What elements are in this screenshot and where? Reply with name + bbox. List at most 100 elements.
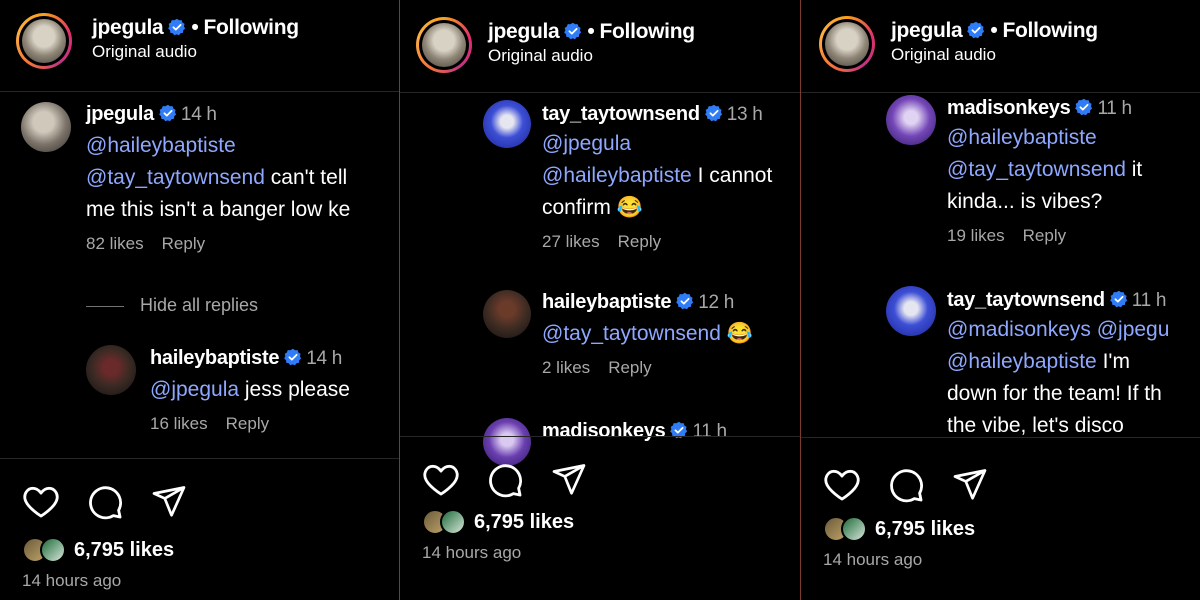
comment-text: I cannot xyxy=(697,164,773,187)
comment-username[interactable]: jpegula xyxy=(86,103,154,125)
likes-count[interactable]: 6,795 likes xyxy=(474,511,574,534)
comment-icon[interactable] xyxy=(887,466,925,504)
heart-icon[interactable] xyxy=(823,466,861,502)
comment-text: kinda... is vibes? xyxy=(947,190,1103,213)
comment-username[interactable]: madisonkeys xyxy=(947,97,1071,119)
verified-icon xyxy=(676,292,694,310)
post-footer: 6,795 likes 14 hours ago xyxy=(400,436,800,600)
post-panel-3: jpegula • Following Original audio madison… xyxy=(801,0,1200,600)
post-header: jpegula • Following Original audio xyxy=(400,0,800,93)
audio-label[interactable]: Original audio xyxy=(891,45,1098,65)
mention-link[interactable]: @haileybaptiste xyxy=(947,126,1097,149)
post-panel-1: jpegula • Following Original audio jpegula… xyxy=(0,0,399,600)
avatar[interactable] xyxy=(86,345,136,395)
comment-likes[interactable]: 19 likes xyxy=(947,226,1005,245)
share-icon[interactable] xyxy=(550,461,588,497)
mention-link[interactable]: @haileybaptiste xyxy=(542,164,692,187)
mention-link[interactable]: @haileybaptiste xyxy=(947,350,1097,373)
verified-icon xyxy=(1075,98,1093,116)
mention-link[interactable]: @tay_taytownsend xyxy=(947,158,1126,181)
avatar[interactable] xyxy=(21,102,71,152)
comment-text: confirm xyxy=(542,196,611,219)
likes-count[interactable]: 6,795 likes xyxy=(74,539,174,562)
post-panel-2: jpegula • Following Original audio tay_tay… xyxy=(400,0,800,600)
mention-link[interactable]: @jpegula xyxy=(150,378,239,401)
post-time: 14 hours ago xyxy=(22,571,122,590)
comment-text: me this isn't a banger low ke xyxy=(86,198,351,221)
avatar[interactable] xyxy=(819,16,875,72)
comment-likes[interactable]: 16 likes xyxy=(150,414,208,433)
verified-icon xyxy=(284,348,302,366)
dot-separator: • xyxy=(990,19,998,42)
likes-count[interactable]: 6,795 likes xyxy=(875,518,975,541)
heart-icon[interactable] xyxy=(22,483,60,519)
hide-replies-label: Hide all replies xyxy=(140,295,259,315)
comment: haileybaptiste 12 h @tay_taytownsend 😂 2 … xyxy=(542,291,753,378)
comment-icon[interactable] xyxy=(86,483,124,521)
avatar[interactable] xyxy=(16,13,72,69)
comment-username[interactable]: tay_taytownsend xyxy=(947,289,1105,311)
share-icon[interactable] xyxy=(951,466,989,502)
comment-time: 14 h xyxy=(306,348,342,369)
comment-text: jess please xyxy=(244,378,350,401)
avatar[interactable] xyxy=(483,290,531,338)
following-button[interactable]: Following xyxy=(1002,19,1098,42)
comment-time: 13 h xyxy=(726,104,763,125)
post-footer: 6,795 likes 14 hours ago xyxy=(0,458,399,600)
avatar[interactable] xyxy=(886,286,936,336)
comment-username[interactable]: tay_taytownsend xyxy=(542,103,700,125)
comment-likes[interactable]: 2 likes xyxy=(542,358,590,377)
mention-link[interactable]: @madisonkeys xyxy=(947,318,1091,341)
comment: haileybaptiste 14 h @jpegula jess please … xyxy=(150,347,350,434)
reply-button[interactable]: Reply xyxy=(1023,226,1066,245)
comment: tay_taytownsend 13 h @jpegula @haileybapt… xyxy=(542,103,772,252)
comment-username[interactable]: haileybaptiste xyxy=(542,291,671,313)
mention-link[interactable]: @tay_taytownsend xyxy=(542,322,721,345)
comment-username[interactable]: haileybaptiste xyxy=(150,347,279,369)
liker-avatar xyxy=(40,537,66,563)
comment: tay_taytownsend 11 h @madisonkeys @jpegu … xyxy=(947,289,1169,442)
avatar[interactable] xyxy=(416,17,472,73)
header-username[interactable]: jpegula xyxy=(891,19,963,42)
comment-text: down for the team! If th xyxy=(947,382,1162,405)
verified-icon xyxy=(159,104,177,122)
following-button[interactable]: Following xyxy=(599,20,695,43)
laughing-emoji-icon: 😂 xyxy=(616,196,643,219)
divider xyxy=(86,305,124,307)
avatar[interactable] xyxy=(886,95,936,145)
comment-time: 11 h xyxy=(1097,98,1132,119)
reply-button[interactable]: Reply xyxy=(162,234,205,253)
liker-avatar xyxy=(440,509,466,535)
laughing-emoji-icon: 😂 xyxy=(726,322,753,345)
verified-icon xyxy=(1110,290,1128,308)
verified-icon xyxy=(705,104,723,122)
reply-button[interactable]: Reply xyxy=(618,232,661,251)
mention-link[interactable]: @haileybaptiste xyxy=(86,134,236,157)
post-time: 14 hours ago xyxy=(422,543,522,562)
hide-replies-button[interactable]: Hide all replies xyxy=(86,295,258,316)
comment-likes[interactable]: 82 likes xyxy=(86,234,144,253)
post-time: 14 hours ago xyxy=(823,550,923,569)
liker-avatar xyxy=(841,516,867,542)
header-username[interactable]: jpegula xyxy=(92,16,164,39)
audio-label[interactable]: Original audio xyxy=(488,46,695,66)
comment-text: I'm xyxy=(1102,350,1130,373)
comment: jpegula 14 h @haileybaptiste @tay_taytown… xyxy=(86,103,350,254)
comment-time: 12 h xyxy=(698,292,734,313)
reply-button[interactable]: Reply xyxy=(608,358,651,377)
heart-icon[interactable] xyxy=(422,461,460,497)
header-username[interactable]: jpegula xyxy=(488,20,560,43)
share-icon[interactable] xyxy=(150,483,188,519)
audio-label[interactable]: Original audio xyxy=(92,42,299,62)
dot-separator: • xyxy=(587,20,595,43)
mention-link[interactable]: @jpegu xyxy=(1097,318,1170,341)
mention-link[interactable]: @tay_taytownsend xyxy=(86,166,265,189)
reply-button[interactable]: Reply xyxy=(226,414,269,433)
verified-icon xyxy=(564,22,582,40)
mention-link[interactable]: @jpegula xyxy=(542,132,631,155)
comment-icon[interactable] xyxy=(486,461,524,499)
avatar[interactable] xyxy=(483,100,531,148)
following-button[interactable]: Following xyxy=(203,16,299,39)
post-header: jpegula • Following Original audio xyxy=(0,0,399,92)
comment-likes[interactable]: 27 likes xyxy=(542,232,600,251)
